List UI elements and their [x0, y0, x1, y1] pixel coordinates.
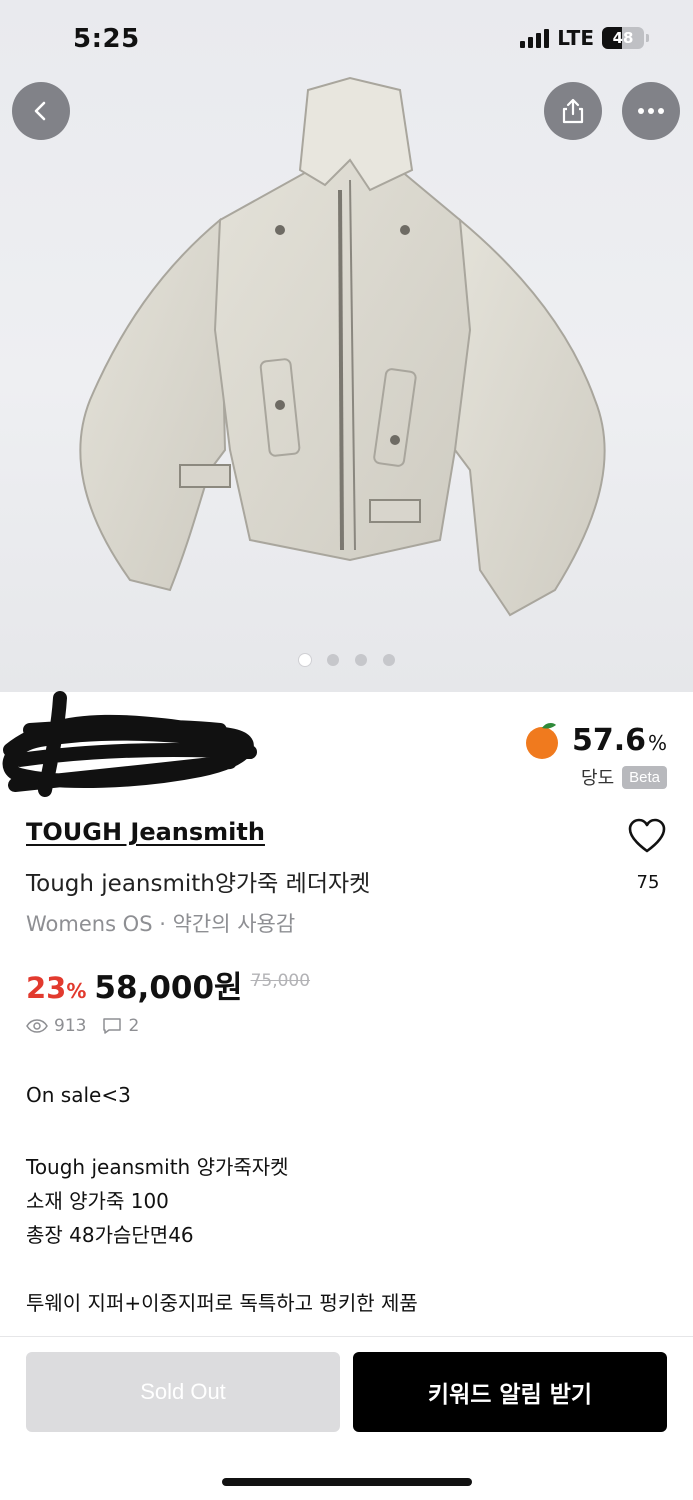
- engagement-stats: 913 2: [26, 1016, 139, 1036]
- back-button[interactable]: [12, 82, 70, 140]
- battery-tip: [646, 34, 649, 42]
- home-indicator[interactable]: [222, 1478, 472, 1486]
- sold-out-button[interactable]: Sold Out: [26, 1352, 340, 1432]
- beta-badge: Beta: [622, 765, 667, 789]
- product-title: Tough jeansmith양가죽 레더자켓: [26, 871, 371, 897]
- pagination-dot-1[interactable]: [298, 654, 311, 666]
- share-icon: [562, 98, 584, 124]
- comment-count: 2: [128, 1016, 140, 1036]
- price-row: 23% 58,000원 75,000: [26, 962, 310, 1007]
- pagination-dot-2[interactable]: [326, 654, 339, 666]
- description-line: 총장 48가슴단면46: [26, 1223, 194, 1247]
- description-line: 소재 양가죽 100: [26, 1189, 169, 1213]
- like-count: 75: [636, 872, 660, 893]
- network-label: LTE: [557, 26, 594, 50]
- brand-link[interactable]: TOUGH Jeansmith: [26, 818, 265, 846]
- eye-icon: [26, 1019, 48, 1033]
- product-image-gallery[interactable]: 5:25 LTE 48: [0, 0, 693, 692]
- more-icon: [638, 108, 664, 114]
- freshness-value: 57.6%: [571, 722, 667, 758]
- redacted-seller-name: [2, 691, 257, 797]
- description-line: Tough jeansmith 양가죽자켓: [26, 1155, 289, 1179]
- product-meta: Womens OS · 약간의 사용감: [26, 912, 296, 936]
- status-indicators: LTE 48: [520, 26, 649, 50]
- view-count: 913: [54, 1016, 87, 1036]
- freshness-label-row: 당도 Beta: [581, 764, 667, 790]
- gallery-pagination: [0, 654, 693, 666]
- comment-icon: [102, 1017, 122, 1035]
- sale-price: 58,000원: [94, 970, 243, 1006]
- status-time: 5:25: [73, 24, 140, 54]
- product-photo: [79, 76, 606, 617]
- freshness-unit: %: [647, 730, 667, 755]
- description-line: 투웨이 지퍼+이중지퍼로 독특하고 펑키한 제품: [26, 1291, 418, 1315]
- discount-unit: %: [66, 979, 87, 1003]
- heart-icon[interactable]: [628, 818, 666, 854]
- original-price: 75,000: [250, 971, 311, 991]
- signal-icon: [520, 28, 550, 48]
- description-line: On sale<3: [26, 1083, 131, 1107]
- freshness-label: 당도: [581, 768, 615, 789]
- share-button[interactable]: [544, 82, 602, 140]
- freshness-score[interactable]: 57.6%: [522, 720, 667, 760]
- orange-icon: [525, 723, 558, 759]
- discount-rate: 23%: [26, 971, 87, 1005]
- pagination-dot-4[interactable]: [382, 654, 395, 666]
- bottom-bar-divider: [0, 1336, 693, 1337]
- more-button[interactable]: [622, 82, 680, 140]
- keyword-alert-button[interactable]: 키워드 알림 받기: [353, 1352, 667, 1432]
- chevron-left-icon: [34, 101, 46, 121]
- battery-level: 48: [612, 29, 634, 47]
- battery-icon: 48: [602, 27, 644, 49]
- pagination-dot-3[interactable]: [354, 654, 367, 666]
